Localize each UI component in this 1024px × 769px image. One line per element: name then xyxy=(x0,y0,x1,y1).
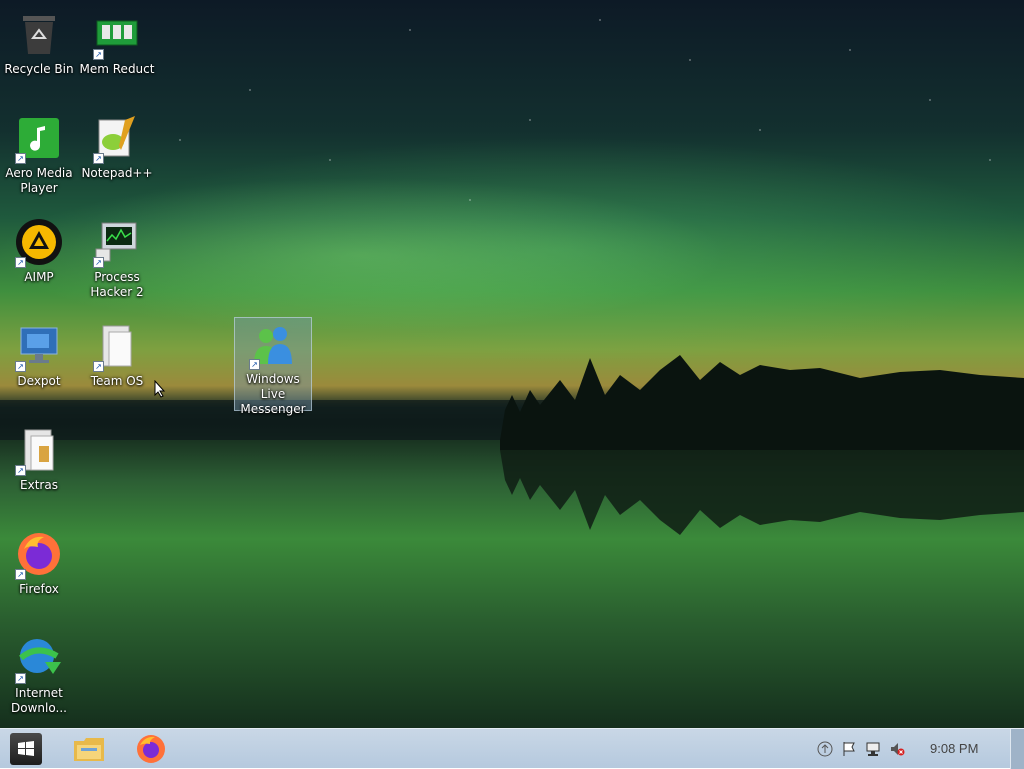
flag-icon[interactable] xyxy=(840,740,858,758)
folder-icon: ↗ xyxy=(93,322,141,372)
shortcut-arrow-icon: ↗ xyxy=(249,359,260,370)
music-note-icon: ↗ xyxy=(15,114,63,164)
folder-icon: ↗ xyxy=(15,426,63,476)
desktop-icon-label: Internet Downlo... xyxy=(11,686,67,715)
taskbar-file-explorer-button[interactable] xyxy=(72,732,106,766)
show-desktop-button[interactable] xyxy=(1010,729,1024,769)
firefox-icon xyxy=(137,735,165,763)
desktop[interactable]: Recycle Bin ↗ Aero Media Player ↗ AIMP ↗… xyxy=(0,0,1024,728)
desktop-icon-windows-live-messenger[interactable]: ↗ Windows Live Messenger xyxy=(234,317,312,416)
shortcut-arrow-icon: ↗ xyxy=(15,153,26,164)
mouse-pointer-icon xyxy=(154,380,166,398)
taskbar-clock[interactable]: 9:08 PM xyxy=(930,729,978,769)
desktop-icon-label: Firefox xyxy=(19,582,59,596)
windows-logo-icon xyxy=(18,741,34,756)
desktop-icon-aimp[interactable]: ↗ AIMP xyxy=(0,212,78,306)
shortcut-arrow-icon: ↗ xyxy=(15,361,26,372)
taskbar: 9:08 PM xyxy=(0,728,1024,769)
desktop-icon-label: Process Hacker 2 xyxy=(90,270,144,299)
shortcut-arrow-icon: ↗ xyxy=(93,361,104,372)
desktop-icon-label: AIMP xyxy=(24,270,54,284)
desktop-icon-label: Mem Reduct xyxy=(79,62,155,76)
desktop-icon-extras[interactable]: ↗ Extras xyxy=(0,420,78,514)
desktop-icon-label: Extras xyxy=(20,478,58,492)
recycle-bin-icon xyxy=(15,10,63,58)
desktop-icon-notepad-plus-plus[interactable]: ↗ Notepad++ xyxy=(78,108,156,202)
notepad-plus-icon: ↗ xyxy=(93,114,141,164)
memory-chip-icon: ↗ xyxy=(93,10,141,60)
desktop-icon-label: Recycle Bin xyxy=(4,62,74,76)
desktop-icon-aero-media-player[interactable]: ↗ Aero Media Player xyxy=(0,108,78,202)
shortcut-arrow-icon: ↗ xyxy=(93,49,104,60)
messenger-icon: ↗ xyxy=(249,324,297,370)
shortcut-arrow-icon: ↗ xyxy=(93,257,104,268)
desktop-icon-firefox[interactable]: ↗ Firefox xyxy=(0,524,78,618)
shortcut-arrow-icon: ↗ xyxy=(15,569,26,580)
desktop-icon-label: Windows Live Messenger xyxy=(240,372,306,416)
desktop-icon-mem-reduct[interactable]: ↗ Mem Reduct xyxy=(78,4,156,98)
file-explorer-icon xyxy=(74,738,104,761)
network-icon[interactable] xyxy=(864,740,882,758)
desktop-icon-label: Dexpot xyxy=(17,374,61,388)
taskbar-firefox-button[interactable] xyxy=(134,732,168,766)
shortcut-arrow-icon: ↗ xyxy=(93,153,104,164)
process-monitor-icon: ↗ xyxy=(93,218,141,268)
desktop-icon-process-hacker-2[interactable]: ↗ Process Hacker 2 xyxy=(78,212,156,306)
desktop-icon-label: Notepad++ xyxy=(81,166,153,180)
desktop-icon-label: Team OS xyxy=(90,374,144,388)
shortcut-arrow-icon: ↗ xyxy=(15,257,26,268)
shortcut-arrow-icon: ↗ xyxy=(15,465,26,476)
desktop-icon-recycle-bin[interactable]: Recycle Bin xyxy=(0,4,78,98)
up-arrow-icon[interactable] xyxy=(816,740,834,758)
start-button[interactable] xyxy=(10,733,42,765)
aimp-icon: ↗ xyxy=(15,218,63,268)
shortcut-arrow-icon: ↗ xyxy=(15,673,26,684)
muted-speaker-icon[interactable] xyxy=(888,740,906,758)
download-manager-icon: ↗ xyxy=(15,634,63,684)
desktop-icon-dexpot[interactable]: ↗ Dexpot xyxy=(0,316,78,410)
desktop-icon-team-os[interactable]: ↗ Team OS xyxy=(78,316,156,410)
firefox-icon: ↗ xyxy=(15,530,63,580)
desktop-icon-internet-download-manager[interactable]: ↗ Internet Downlo... xyxy=(0,628,78,722)
virtual-desktop-icon: ↗ xyxy=(15,322,63,372)
desktop-icon-label: Aero Media Player xyxy=(5,166,73,195)
